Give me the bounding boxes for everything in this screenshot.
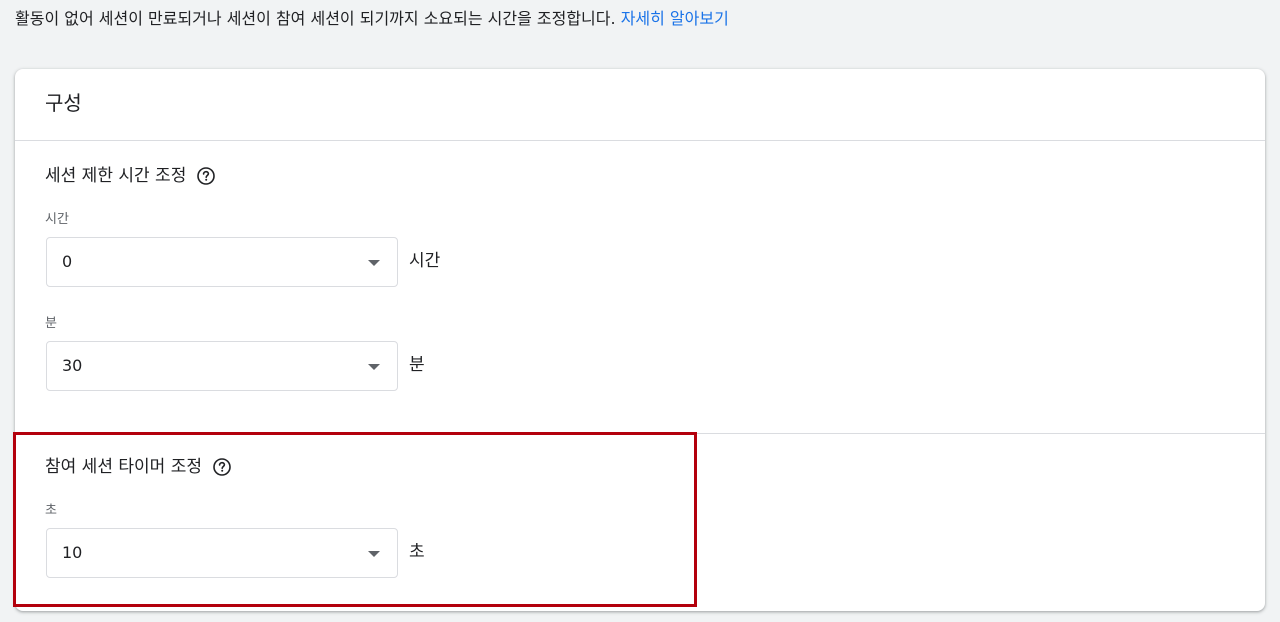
session-timeout-heading: 세션 제한 시간 조정	[45, 164, 216, 188]
help-icon[interactable]	[212, 457, 232, 477]
divider	[15, 140, 1265, 141]
seconds-unit: 초	[409, 542, 425, 562]
hours-unit: 시간	[409, 251, 441, 271]
description-text: 활동이 없어 세션이 만료되거나 세션이 참여 세션이 되기까지 소요되는 시간…	[15, 9, 616, 28]
page-description: 활동이 없어 세션이 만료되거나 세션이 참여 세션이 되기까지 소요되는 시간…	[15, 8, 729, 30]
minutes-unit: 분	[409, 355, 425, 375]
hours-label: 시간	[45, 212, 69, 227]
hours-select[interactable]: 0	[46, 237, 398, 287]
session-timeout-heading-text: 세션 제한 시간 조정	[45, 166, 187, 186]
dropdown-arrow-icon	[368, 551, 380, 557]
seconds-value: 10	[62, 543, 83, 562]
learn-more-link[interactable]: 자세히 알아보기	[621, 9, 729, 28]
hours-value: 0	[62, 252, 73, 271]
seconds-label: 초	[45, 503, 57, 518]
minutes-value: 30	[62, 356, 83, 375]
card-title: 구성	[45, 91, 82, 115]
engaged-session-heading: 참여 세션 타이머 조정	[45, 455, 232, 479]
dropdown-arrow-icon	[368, 364, 380, 370]
configuration-card: 구성 세션 제한 시간 조정 시간 0 시간 분 30 분 참여 세션 타이머 …	[15, 69, 1265, 611]
seconds-select[interactable]: 10	[46, 528, 398, 578]
dropdown-arrow-icon	[368, 260, 380, 266]
engaged-session-heading-text: 참여 세션 타이머 조정	[45, 457, 202, 477]
minutes-label: 분	[45, 316, 57, 331]
minutes-select[interactable]: 30	[46, 341, 398, 391]
help-icon[interactable]	[196, 166, 216, 186]
divider	[15, 433, 1265, 434]
